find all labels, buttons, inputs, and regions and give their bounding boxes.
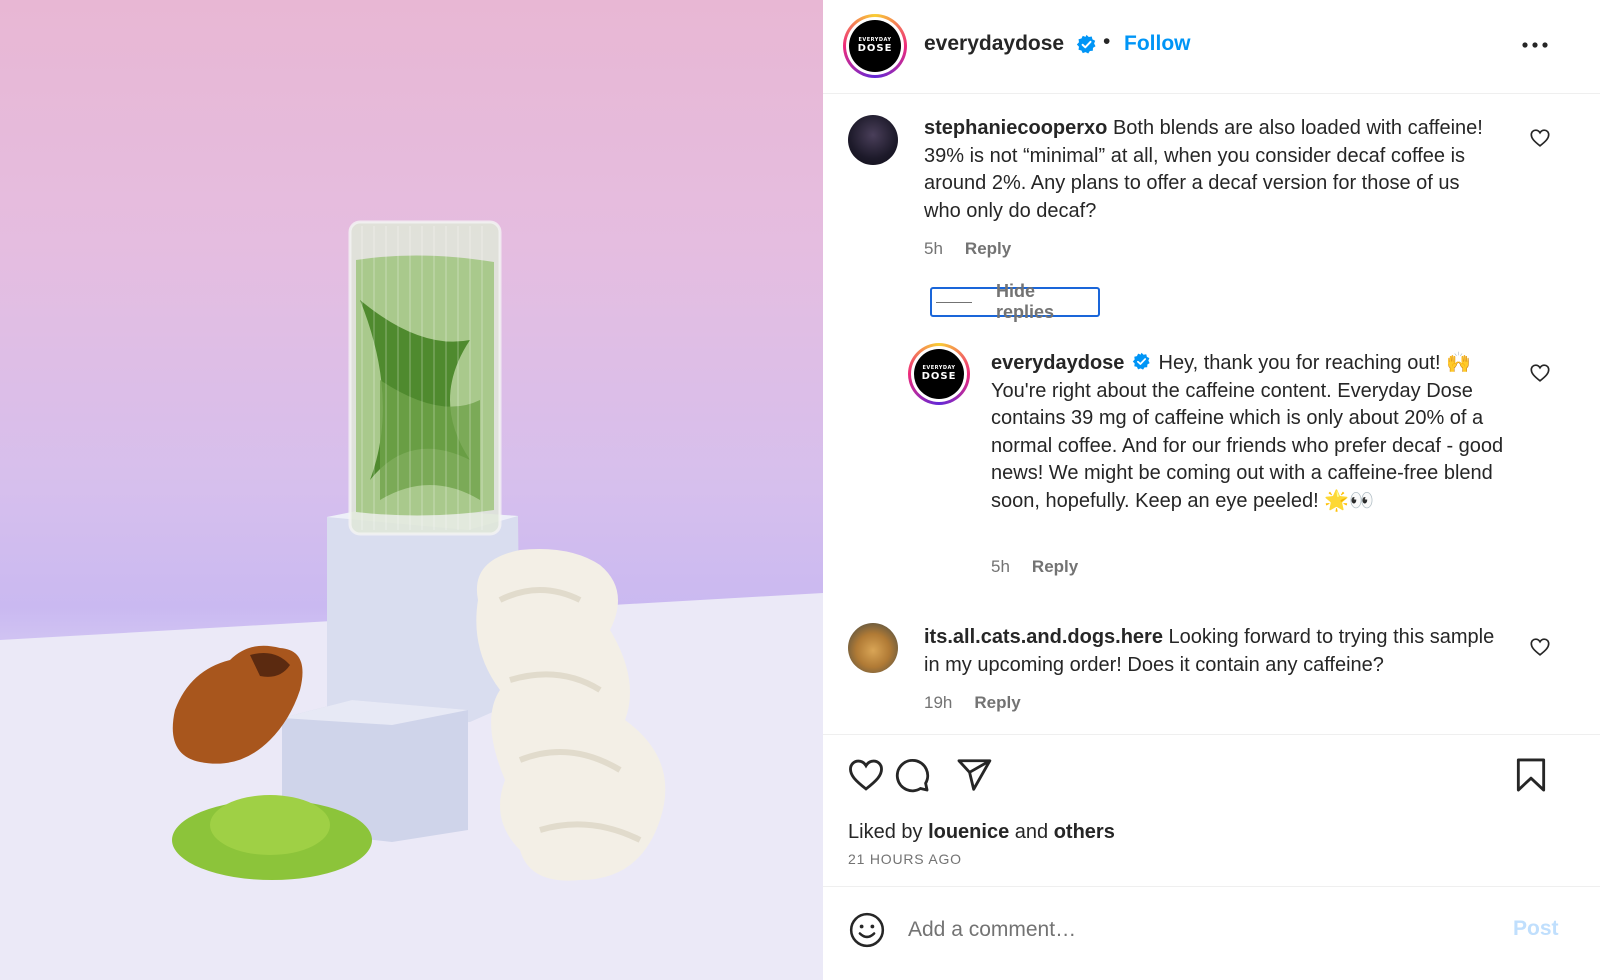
liked-by-text: Liked by louenice and others [848,821,1115,843]
post-comment-button[interactable]: Post [1513,917,1559,941]
add-comment-bar: Post [823,886,1600,980]
replies-divider-line [936,301,972,303]
emoji-smiley-icon[interactable] [848,911,886,949]
follow-button[interactable]: Follow [1124,32,1191,56]
comment-bubble-icon[interactable] [893,756,931,794]
commenter-avatar[interactable] [848,623,898,673]
more-options-icon[interactable] [1515,34,1555,56]
hide-replies-button[interactable]: Hide replies [930,281,1100,322]
share-send-icon[interactable] [955,756,993,794]
bookmark-save-icon[interactable] [1512,756,1550,794]
post-side-panel: EVERYDAY DOSE everydaydose • Follow step… [823,0,1600,980]
brand-logo: EVERYDAY DOSE [849,20,901,72]
comment-username[interactable]: stephaniecooperxo [924,117,1107,139]
liked-by-user-link[interactable]: louenice [928,821,1009,843]
product-photo-illustration [0,220,823,980]
liked-by-others-link[interactable]: others [1054,821,1115,843]
post-actions: Liked by louenice and others 21 HOURS AG… [823,734,1600,886]
post-timestamp[interactable]: 21 HOURS AGO [848,851,962,867]
brand-logo: EVERYDAY DOSE [914,349,964,399]
comment-username[interactable]: its.all.cats.and.dogs.here [924,626,1163,648]
add-comment-input[interactable] [908,913,1488,947]
post-image[interactable] [0,0,823,980]
reply-button[interactable]: Reply [974,693,1020,712]
post-header: EVERYDAY DOSE everydaydose • Follow [823,0,1600,94]
reply-username[interactable]: everydaydose [991,352,1124,374]
like-comment-heart-icon[interactable] [1529,127,1551,149]
verified-badge-icon [1076,34,1096,54]
comment-time: 5h [924,239,943,258]
like-heart-icon[interactable] [847,756,885,794]
reply-button[interactable]: Reply [965,239,1011,258]
reply-author-avatar[interactable]: EVERYDAY DOSE [908,343,970,405]
like-comment-heart-icon[interactable] [1529,636,1551,658]
hide-replies-label: Hide replies [995,281,1055,322]
verified-badge-icon [1132,353,1150,370]
reply-button[interactable]: Reply [1032,557,1078,576]
reply-text: Hey, thank you for reaching out! 🙌 You'r… [991,352,1504,512]
author-avatar[interactable]: EVERYDAY DOSE [843,14,907,78]
commenter-avatar[interactable] [848,115,898,165]
like-reply-heart-icon[interactable] [1529,362,1551,384]
separator-dot: • [1103,30,1111,53]
reply-time: 5h [991,557,1010,576]
author-username[interactable]: everydaydose [924,32,1064,56]
comment-time: 19h [924,693,953,712]
